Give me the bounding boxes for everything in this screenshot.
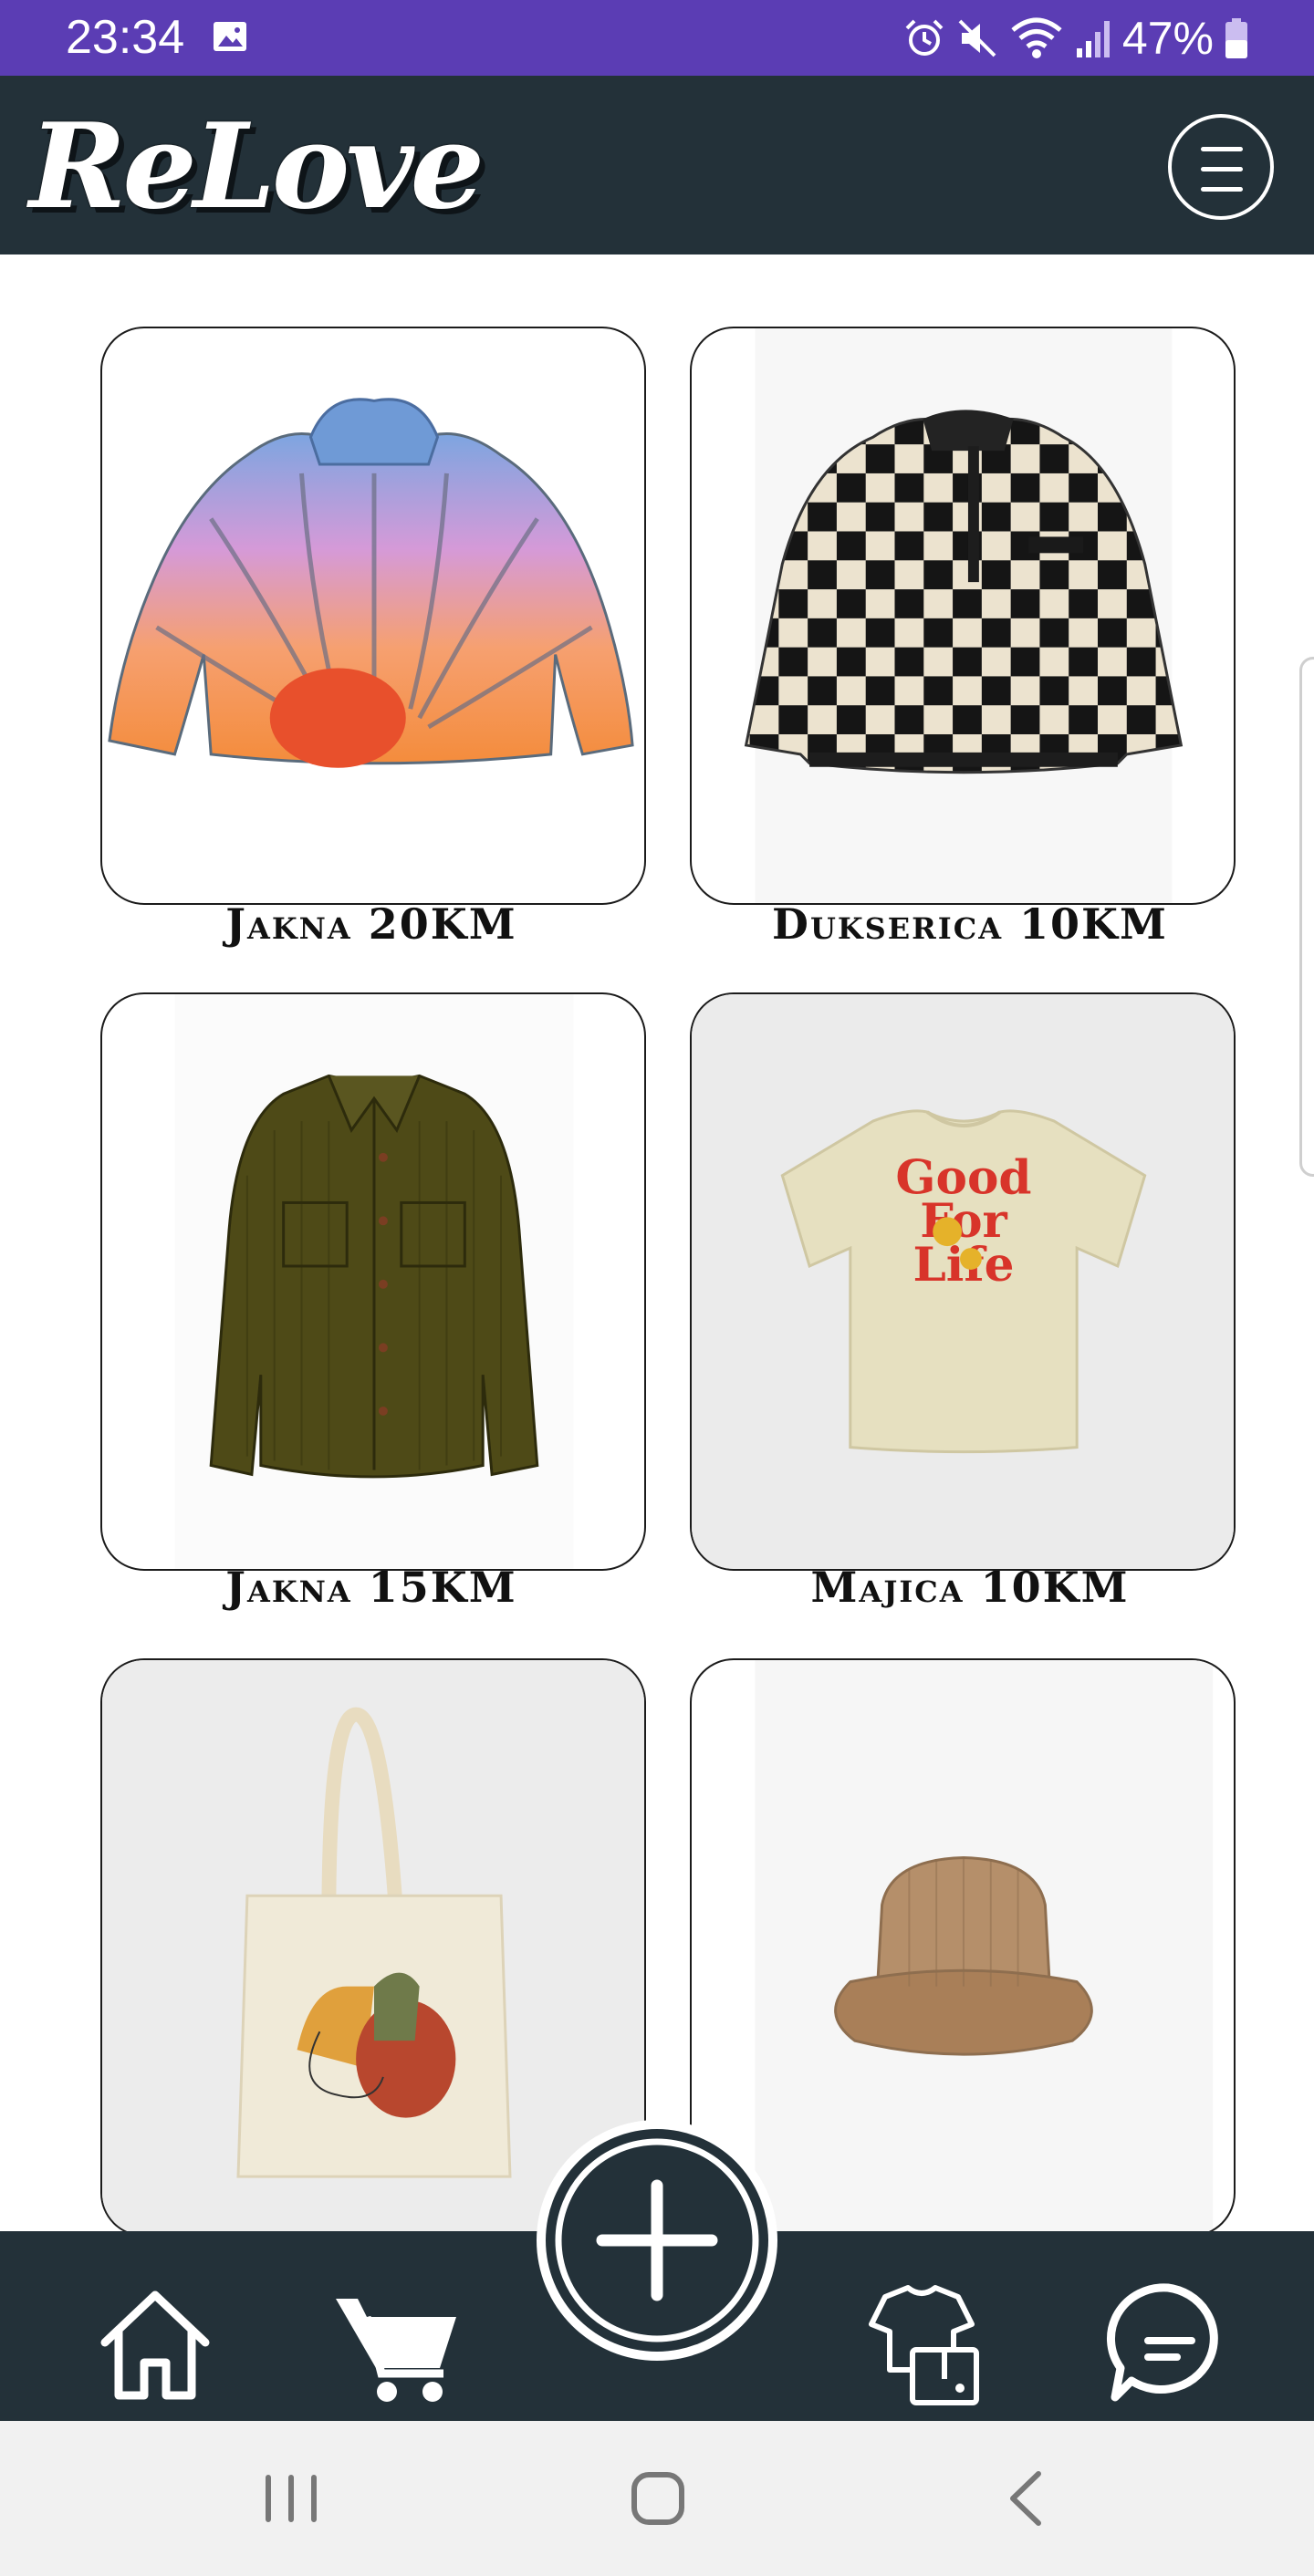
product-card[interactable] <box>690 1658 1236 2237</box>
battery-icon <box>1225 18 1247 58</box>
wardrobe-icon[interactable] <box>858 2279 986 2406</box>
menu-button[interactable] <box>1168 114 1274 220</box>
home-icon[interactable] <box>91 2279 219 2406</box>
system-nav-bar <box>0 2421 1314 2576</box>
product-card[interactable] <box>100 327 646 905</box>
add-icon <box>555 2138 759 2342</box>
battery-percent: 47% <box>1121 13 1214 64</box>
puffer-jacket-image <box>108 398 634 768</box>
product-caption: Jakna 15KM <box>225 1563 517 1612</box>
tshirt-image: Good For Life <box>692 994 1234 1569</box>
product-card[interactable]: Good For Life <box>690 992 1236 1571</box>
cart-icon[interactable] <box>330 2279 458 2406</box>
product-caption: Jakna 20KM <box>225 899 517 949</box>
status-bar: 23:34 47% <box>0 0 1314 76</box>
home-button-icon[interactable] <box>617 2457 699 2540</box>
back-icon[interactable] <box>986 2457 1068 2540</box>
status-time: 23:34 <box>66 11 185 64</box>
product-card[interactable] <box>100 992 646 1571</box>
gallery-icon <box>214 22 246 51</box>
app-logo[interactable]: ReLove <box>29 103 485 231</box>
chat-icon[interactable] <box>1104 2279 1232 2406</box>
corduroy-jacket-image <box>174 994 574 1569</box>
add-listing-button[interactable] <box>537 2120 777 2361</box>
wifi-icon <box>1011 17 1062 58</box>
status-icons: 47% <box>903 11 1248 66</box>
product-caption: Dukserica 10KM <box>772 899 1168 949</box>
product-card[interactable] <box>690 327 1236 905</box>
checkered-fleece-image <box>744 328 1184 903</box>
recent-apps-icon[interactable] <box>250 2457 332 2540</box>
edge-panel-handle[interactable] <box>1299 657 1314 1177</box>
bucket-hat-image <box>755 1660 1214 2235</box>
app-header: ReLove <box>0 76 1314 254</box>
mute-icon <box>958 19 996 57</box>
signal-icon <box>1076 21 1110 57</box>
product-caption: Majica 10KM <box>810 1563 1130 1612</box>
alarm-icon <box>905 19 944 56</box>
